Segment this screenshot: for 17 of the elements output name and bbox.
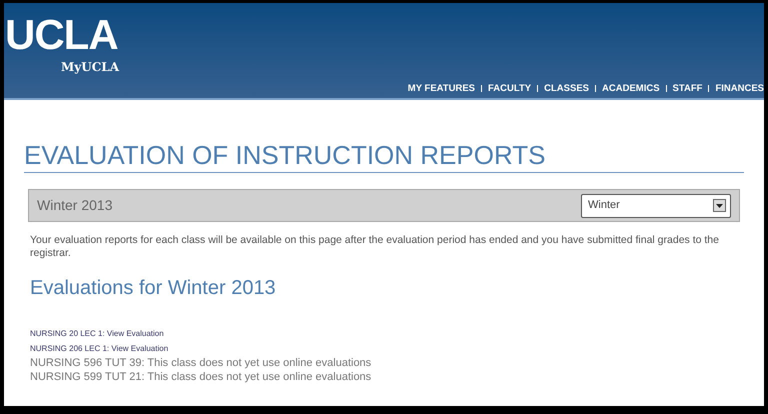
nav-link[interactable]: STAFF [672,82,702,96]
site-subtitle: MyUCLA [61,59,120,76]
notice-text: Your evaluation reports for each class will be available on this page after the evaluation period has ended and you have submitted final grades to the registrar. [30,234,720,260]
section-heading: Evaluations for Winter 2013 [30,276,277,300]
term-select[interactable]: Winter [581,194,731,218]
page-title: EVALUATION OF INSTRUCTION REPORTS [24,140,546,170]
nav-link[interactable]: CLASSES [544,82,589,96]
logo: UCLA [5,13,118,57]
term-label: Winter 2013 [37,196,112,215]
evaluation-link[interactable]: NURSING 206 LEC 1: View Evaluation [30,341,738,356]
evaluation-link[interactable]: NURSING 20 LEC 1: View Evaluation [30,326,738,341]
nav-link[interactable]: ACADEMICS [602,82,660,96]
nav-link[interactable]: MY FEATURES [408,82,476,96]
class-status-text: NURSING 596 TUT 39: This class does not yet use online evaluations [30,356,372,370]
nav-link[interactable]: FACULTY [488,82,532,96]
class-status-text: NURSING 599 TUT 21: This class does not yet use online evaluations [30,370,372,384]
nav-link[interactable]: FINANCES [715,82,764,96]
